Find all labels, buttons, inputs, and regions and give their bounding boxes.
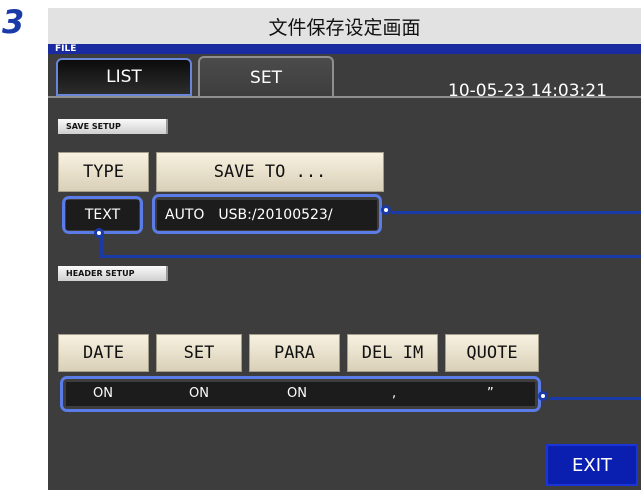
step-number: 3 xyxy=(2,3,25,41)
datetime-display: 10-05-23 14:03:21 xyxy=(448,81,607,101)
exit-button[interactable]: EXIT xyxy=(546,444,638,486)
save-to-button[interactable]: SAVE TO ... xyxy=(156,152,384,192)
tab-list[interactable]: LIST xyxy=(56,58,192,96)
para-button[interactable]: PARA xyxy=(249,334,340,372)
save-setup-section-label: SAVE SETUP xyxy=(58,119,168,134)
type-value: TEXT xyxy=(66,200,139,230)
date-button[interactable]: DATE xyxy=(58,334,149,372)
callout-line-header xyxy=(549,397,641,400)
quote-value: ” xyxy=(487,386,494,401)
save-path: USB:/20100523/ xyxy=(218,207,333,223)
save-mode: AUTO xyxy=(165,207,205,223)
callout-line-save-to xyxy=(392,211,641,214)
type-button[interactable]: TYPE xyxy=(58,152,149,192)
delim-button[interactable]: DEL IM xyxy=(347,334,438,372)
file-title-bar xyxy=(48,44,641,54)
file-label: FILE xyxy=(55,44,77,54)
date-value: ON xyxy=(93,386,113,401)
caption-bar: 文件保存设定画面 xyxy=(48,8,641,44)
set-value: ON xyxy=(189,386,209,401)
set-button[interactable]: SET xyxy=(156,334,242,372)
quote-button[interactable]: QUOTE xyxy=(445,334,539,372)
callout-dot-type xyxy=(94,228,104,238)
callout-line-type xyxy=(100,255,641,258)
callout-dot-header xyxy=(538,391,548,401)
save-to-value: AUTO USB:/20100523/ xyxy=(157,200,377,230)
delim-value: , xyxy=(392,386,397,401)
callout-dot-save-to xyxy=(381,205,391,215)
tab-set[interactable]: SET xyxy=(198,56,334,98)
header-setup-section-label: HEADER SETUP xyxy=(58,266,168,281)
para-value: ON xyxy=(287,386,307,401)
